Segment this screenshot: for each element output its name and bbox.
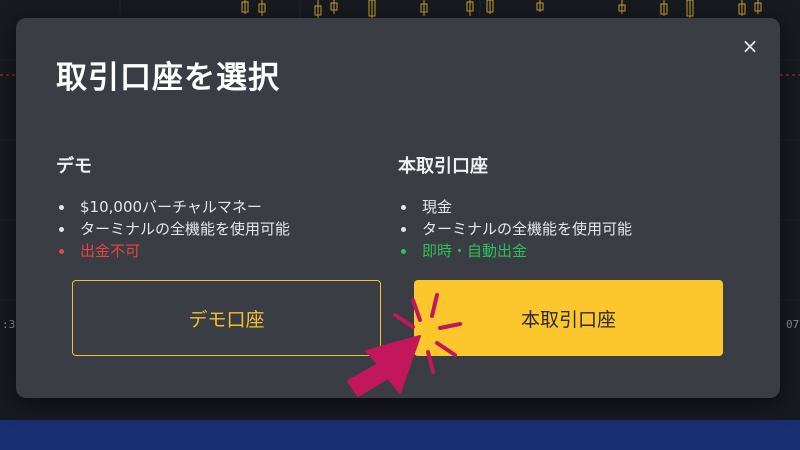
demo-account-heading: デモ: [56, 156, 92, 177]
dialog-title: 取引口座を選択: [56, 60, 280, 96]
real-feature-text: ターミナルの全機能を使用可能: [422, 220, 633, 238]
demo-feature-item: ターミナルの全機能を使用可能: [56, 218, 386, 240]
time-axis-label: :3: [2, 318, 16, 331]
demo-account-section: デモ $10,000バーチャルマネーターミナルの全機能を使用可能 出金不可: [56, 152, 386, 262]
demo-feature-text: 出金不可: [80, 242, 141, 260]
real-feature-item: ターミナルの全機能を使用可能: [398, 218, 728, 240]
candlesticks: [241, 0, 762, 18]
demo-feature-text: ターミナルの全機能を使用可能: [80, 220, 291, 238]
real-account-section: 本取引口座 現金ターミナルの全機能を使用可能 即時・自動出金: [398, 152, 728, 262]
demo-feature-list: $10,000バーチャルマネーターミナルの全機能を使用可能 出金不可: [56, 196, 386, 262]
real-feature-item: 現金: [398, 196, 728, 218]
demo-feature-item: $10,000バーチャルマネー: [56, 196, 386, 218]
bullet-icon: [401, 227, 406, 232]
real-feature-item: 即時・自動出金: [398, 240, 728, 262]
demo-account-button[interactable]: デモ口座: [72, 280, 381, 356]
bullet-icon: [59, 249, 64, 254]
account-select-dialog: × 取引口座を選択 デモ $10,000バーチャルマネーターミナルの全機能を使用…: [16, 18, 780, 398]
real-account-button[interactable]: 本取引口座: [414, 280, 723, 356]
real-feature-text: 現金: [422, 198, 453, 216]
close-icon[interactable]: ×: [738, 34, 762, 58]
demo-feature-item: 出金不可: [56, 240, 386, 262]
demo-feature-text: $10,000バーチャルマネー: [80, 198, 262, 216]
bullet-icon: [401, 249, 406, 254]
real-feature-list: 現金ターミナルの全機能を使用可能 即時・自動出金: [398, 196, 728, 262]
real-account-heading: 本取引口座: [398, 156, 488, 177]
bullet-icon: [59, 227, 64, 232]
real-feature-text: 即時・自動出金: [422, 242, 528, 260]
time-axis-label: 07: [786, 318, 800, 331]
bottom-bar: [0, 420, 800, 450]
bullet-icon: [401, 205, 406, 210]
bullet-icon: [59, 205, 64, 210]
